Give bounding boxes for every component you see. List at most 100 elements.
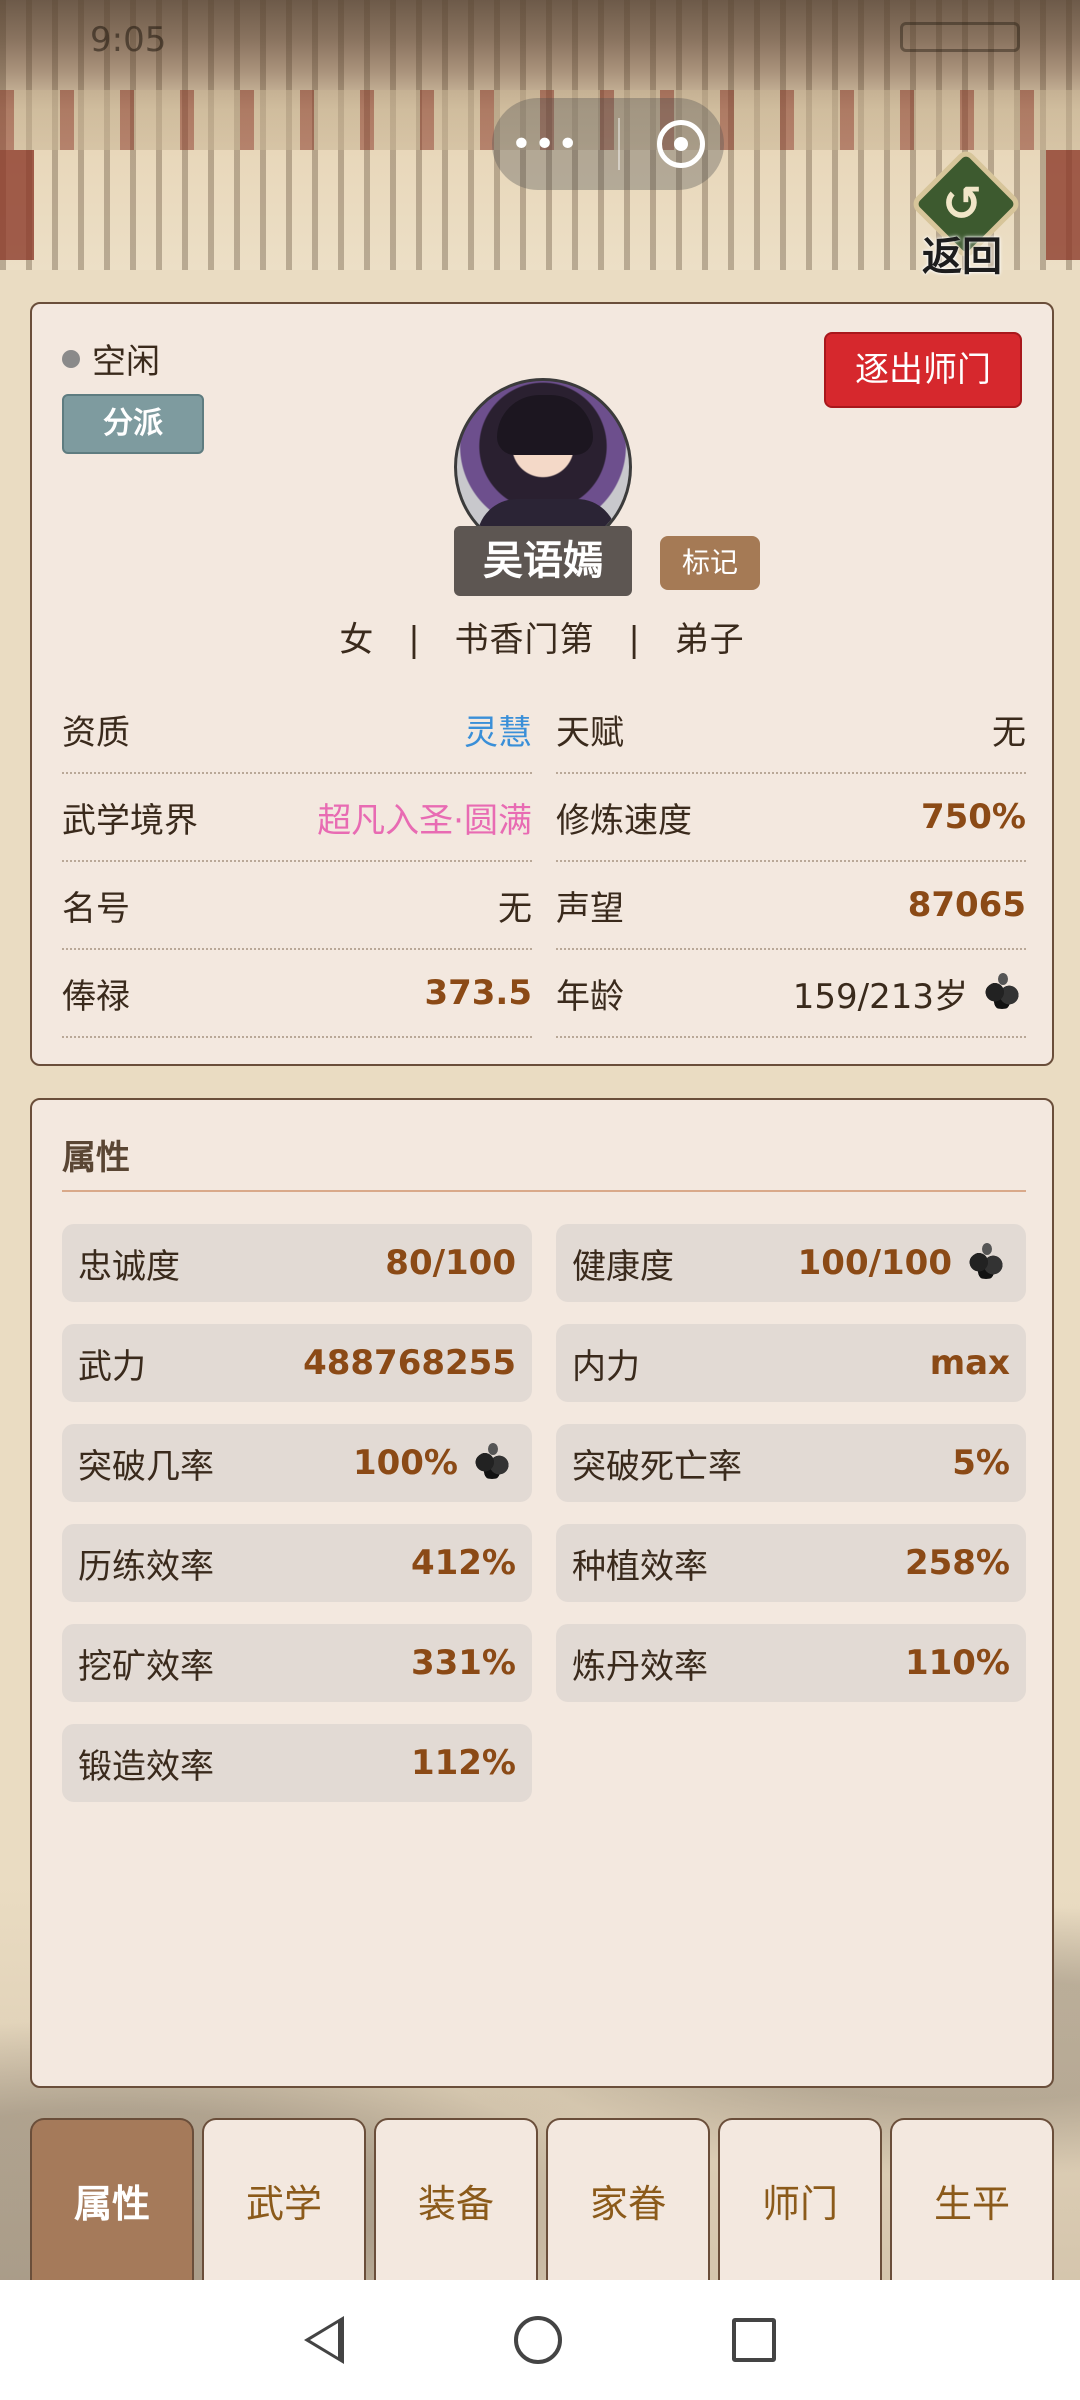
info-row-realm: 武学境界 超凡入圣·圆满 <box>62 774 532 862</box>
attr-alchemy-efficiency: 炼丹效率 110% <box>556 1624 1026 1702</box>
separator: | <box>408 620 421 660</box>
info-label: 年龄 <box>556 976 624 1017</box>
attr-loyalty: 忠诚度 80/100 <box>62 1224 532 1302</box>
attr-forging-efficiency: 锻造效率 112% <box>62 1724 532 1802</box>
tab-family[interactable]: 家眷 <box>546 2118 710 2280</box>
ink-flower-icon[interactable] <box>468 1441 516 1485</box>
status-indicator: 空闲 <box>62 334 160 383</box>
back-label: 返回 <box>922 234 1002 280</box>
attr-value: 488768255 <box>303 1343 516 1383</box>
attr-value-with-icon: 100/100 <box>798 1241 1010 1285</box>
attr-health: 健康度 100/100 <box>556 1224 1026 1302</box>
status-dot-icon <box>62 349 80 368</box>
attr-mining-efficiency: 挖矿效率 331% <box>62 1624 532 1702</box>
ink-flower-icon[interactable] <box>962 1241 1010 1285</box>
attr-value: 5% <box>952 1443 1010 1483</box>
tab-attributes[interactable]: 属性 <box>30 2118 194 2280</box>
branch-button[interactable]: 分派 <box>62 394 204 454</box>
character-name: 吴语嫣 <box>454 526 632 596</box>
info-value: 373.5 <box>424 973 532 1013</box>
attr-label: 武力 <box>78 1346 146 1387</box>
capsule-divider <box>617 118 620 170</box>
info-value: 750% <box>920 797 1026 837</box>
profile-info-grid: 资质 灵慧 天赋 无 武学境界 超凡入圣·圆满 修炼速度 750% 名号 无 声… <box>62 686 1026 1038</box>
info-row-age: 年龄 159/213岁 <box>556 950 1026 1038</box>
battery-icon <box>900 22 1020 52</box>
attr-value: 112% <box>410 1743 516 1783</box>
nav-home-icon[interactable] <box>514 2316 562 2364</box>
tab-martial-arts[interactable]: 武学 <box>202 2118 366 2280</box>
section-title: 属性 <box>62 1138 130 1178</box>
info-row-talent: 天赋 无 <box>556 686 1026 774</box>
attributes-card: 属性 忠诚度 80/100 健康度 100/100 武力 488768255 内… <box>30 1098 1054 2088</box>
attr-label: 历练效率 <box>78 1546 214 1587</box>
attr-label: 种植效率 <box>572 1546 708 1587</box>
rank: 弟子 <box>674 620 745 660</box>
info-value-with-icon: 159/213岁 <box>793 969 1026 1018</box>
info-row-title: 名号 无 <box>62 862 532 950</box>
close-capsule-icon[interactable] <box>657 120 706 168</box>
attr-value-with-icon: 100% <box>353 1441 516 1485</box>
gender: 女 <box>339 620 375 660</box>
info-value: 159/213岁 <box>792 976 968 1017</box>
family-background: 书香门第 <box>454 620 595 660</box>
attr-value: 412% <box>410 1543 516 1583</box>
attr-breakthrough-rate: 突破几率 100% <box>62 1424 532 1502</box>
separator: | <box>628 620 641 660</box>
info-label: 资质 <box>62 712 130 753</box>
attr-value: 80/100 <box>385 1243 516 1283</box>
bottom-tab-bar: 属性 武学 装备 家眷 师门 生平 <box>30 2118 1054 2280</box>
info-row-reputation: 声望 87065 <box>556 862 1026 950</box>
info-value: 无 <box>992 712 1026 753</box>
ink-flower-icon[interactable] <box>978 971 1026 1015</box>
attr-label: 挖矿效率 <box>78 1646 214 1687</box>
tab-sect[interactable]: 师门 <box>718 2118 882 2280</box>
info-label: 名号 <box>62 888 130 929</box>
info-label: 声望 <box>556 888 624 929</box>
info-row-salary: 俸禄 373.5 <box>62 950 532 1038</box>
info-row-cultivation-speed: 修炼速度 750% <box>556 774 1026 862</box>
attr-planting-efficiency: 种植效率 258% <box>556 1524 1026 1602</box>
tab-biography[interactable]: 生平 <box>890 2118 1054 2280</box>
attr-label: 内力 <box>572 1346 640 1387</box>
more-menu-icon[interactable]: ••• <box>511 124 581 165</box>
attr-value: 110% <box>904 1643 1010 1683</box>
attr-value: 100/100 <box>797 1243 952 1283</box>
attr-value: 331% <box>410 1643 516 1683</box>
nav-back-icon[interactable] <box>304 2316 344 2364</box>
mark-button[interactable]: 标记 <box>660 536 760 590</box>
info-row-aptitude: 资质 灵慧 <box>62 686 532 774</box>
status-label: 空闲 <box>92 342 160 382</box>
attr-label: 忠诚度 <box>78 1246 180 1287</box>
nav-recents-icon[interactable] <box>732 2318 776 2362</box>
attr-breakthrough-death-rate: 突破死亡率 5% <box>556 1424 1026 1502</box>
attr-training-efficiency: 历练效率 412% <box>62 1524 532 1602</box>
attr-label: 突破几率 <box>78 1446 214 1487</box>
attr-label: 突破死亡率 <box>572 1446 742 1487</box>
back-button[interactable]: ↺ 返回 <box>908 147 1026 280</box>
info-label: 修炼速度 <box>556 800 692 841</box>
attr-inner-power: 内力 max <box>556 1324 1026 1402</box>
info-label: 俸禄 <box>62 976 130 1017</box>
section-divider <box>62 1190 1026 1192</box>
attr-label: 炼丹效率 <box>572 1646 708 1687</box>
info-value: 超凡入圣·圆满 <box>317 800 532 841</box>
info-label: 天赋 <box>556 712 624 753</box>
attr-value: 100% <box>352 1443 458 1483</box>
info-value: 无 <box>498 888 532 929</box>
profile-card: 空闲 分派 逐出师门 吴语嫣 标记 女 | 书香门第 | 弟子 资质 灵慧 天赋… <box>30 302 1054 1066</box>
attr-label: 锻造效率 <box>78 1746 214 1787</box>
info-label: 武学境界 <box>62 800 198 841</box>
system-nav-bar <box>0 2280 1080 2400</box>
character-subline: 女 | 书香门第 | 弟子 <box>32 612 1052 661</box>
attr-label: 健康度 <box>572 1246 674 1287</box>
roof-beam-right <box>1046 150 1080 260</box>
attr-force: 武力 488768255 <box>62 1324 532 1402</box>
info-value: 灵慧 <box>464 712 532 753</box>
attr-value: max <box>929 1343 1010 1383</box>
attr-value: 258% <box>904 1543 1010 1583</box>
attributes-grid: 忠诚度 80/100 健康度 100/100 武力 488768255 内力 m… <box>62 1224 1026 1802</box>
info-value: 87065 <box>907 885 1026 925</box>
tab-equipment[interactable]: 装备 <box>374 2118 538 2280</box>
expel-button[interactable]: 逐出师门 <box>824 332 1022 408</box>
